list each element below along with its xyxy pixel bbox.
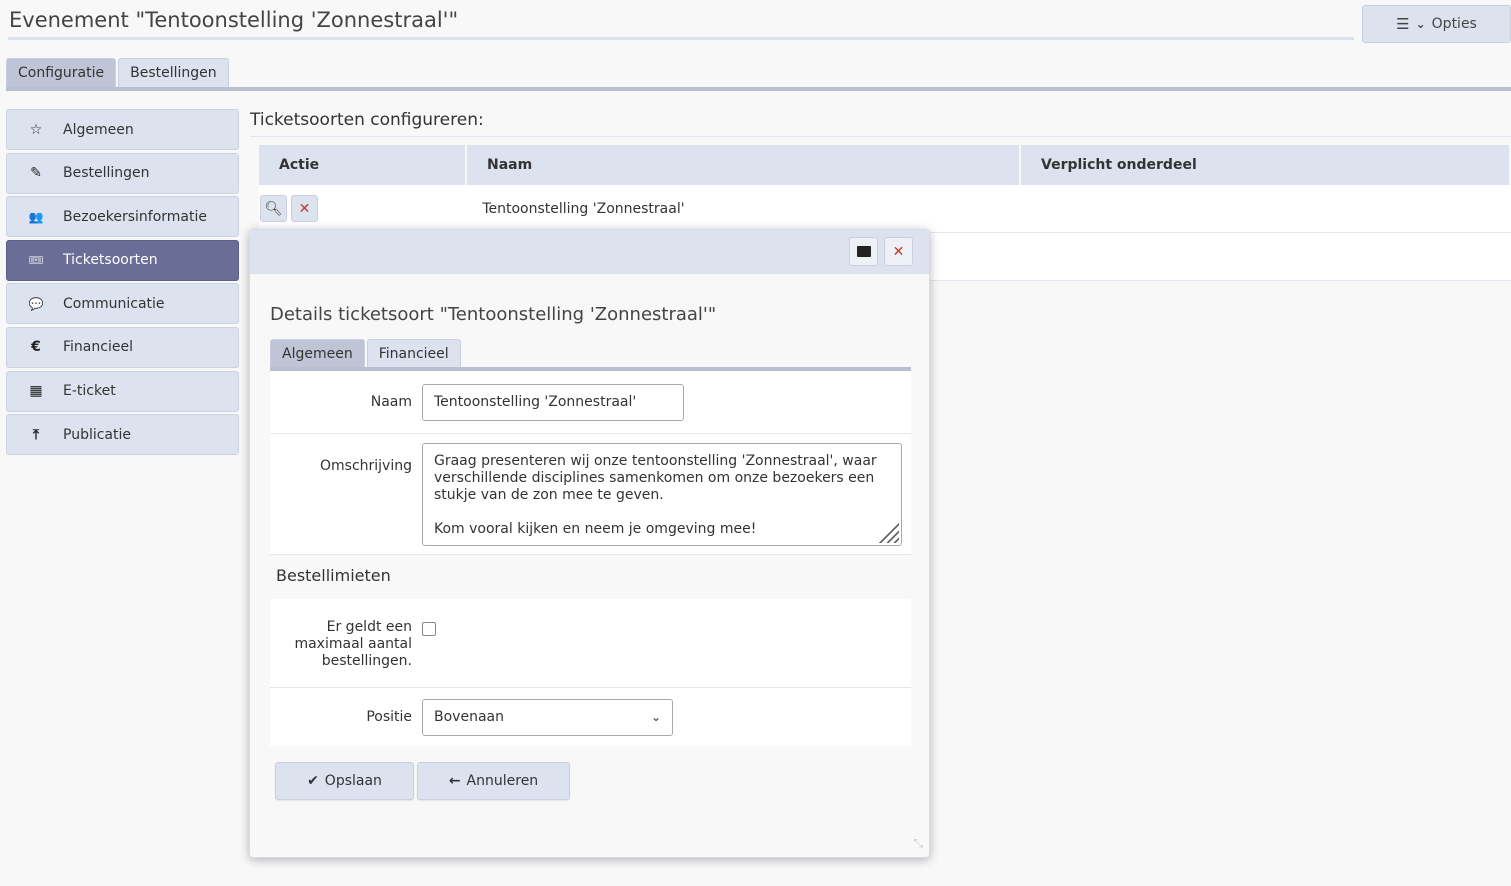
ticket-form: Naam Tentoonstelling 'Zonnestraal' Omsch… (270, 371, 911, 746)
omschrijving-line: stukje van de zon mee te geven. (434, 487, 664, 503)
dialog-resize-icon[interactable]: ⤡ (913, 836, 923, 851)
sidebar-item-ticketsoorten[interactable]: 🎟 Ticketsoorten (6, 239, 239, 281)
omschrijving-blank-line (434, 504, 890, 521)
tabs-divider (6, 87, 1511, 91)
euro-icon: € (31, 339, 41, 356)
tab-algemeen[interactable]: Algemeen (270, 339, 365, 369)
cancel-label: Annuleren (466, 773, 539, 789)
tab-financieel[interactable]: Financieel (366, 339, 461, 369)
maximize-icon[interactable] (849, 237, 878, 266)
close-icon[interactable]: ✕ (884, 237, 913, 266)
max-orders-label-line: Er geldt een (326, 619, 412, 635)
omschrijving-line: verschillende disciplines samenkomen om … (434, 470, 875, 486)
max-orders-label: Er geldt een maximaal aantal bestellinge… (270, 619, 422, 687)
sidebar-item-label: Communicatie (63, 295, 165, 312)
search-icon[interactable]: 🔍︎ (260, 195, 287, 222)
sidebar-item-communicatie[interactable]: 💬 Communicatie (6, 283, 239, 325)
column-header-verplicht[interactable]: Verplicht onderdeel (1021, 145, 1509, 185)
sidebar-item-financieel[interactable]: € Financieel (6, 326, 239, 368)
chevron-down-icon: ⌄ (1415, 17, 1426, 31)
close-icon[interactable]: ✕ (291, 195, 318, 222)
column-header-naam[interactable]: Naam (467, 145, 1019, 185)
sidebar-item-e-ticket[interactable]: ▦ E-ticket (6, 370, 239, 412)
bestellimieten-heading: Bestellimieten (270, 555, 911, 599)
comments-icon: 💬 (28, 296, 44, 311)
sidebar-item-label: Bezoekersinformatie (63, 208, 207, 225)
save-button[interactable]: ✔ Opslaan (275, 762, 414, 800)
top-tabs: Configuratie Bestellingen (6, 58, 229, 88)
positie-label: Positie (366, 709, 412, 725)
upload-icon: ⤒ (32, 426, 40, 443)
positie-select[interactable]: Bovenaan ⌄ (422, 698, 673, 736)
sliders-icon: ☰ (1396, 15, 1410, 33)
omschrijving-label: Omschrijving (320, 458, 412, 474)
dialog-header[interactable]: ✕ (250, 230, 929, 274)
form-row-naam: Naam Tentoonstelling 'Zonnestraal' (270, 371, 911, 434)
ticket-icon: 🎟 (28, 253, 44, 268)
users-icon: 👥 (28, 209, 44, 224)
dialog-title: Details ticketsoort "Tentoonstelling 'Zo… (270, 304, 717, 325)
form-row-omschrijving: Omschrijving Graag presenteren wij onze … (270, 434, 911, 555)
star-icon: ☆ (29, 121, 43, 138)
cell-verplicht (1023, 233, 1509, 280)
positie-value: Bovenaan (434, 708, 504, 725)
pencil-icon: ✎ (30, 165, 42, 182)
sidebar-item-algemeen[interactable]: ☆ Algemeen (6, 109, 239, 150)
row-actions: 🔍︎ ✕ (259, 185, 466, 232)
omschrijving-textarea[interactable]: Graag presenteren wij onze tentoonstelli… (422, 443, 902, 546)
check-icon: ✔ (307, 773, 319, 789)
sidebar-item-publicatie[interactable]: ⤒ Publicatie (6, 414, 239, 456)
page-title: Evenement "Tentoonstelling 'Zonnestraal'… (8, 0, 1354, 40)
resize-handle-icon[interactable] (879, 523, 899, 543)
omschrijving-line: Graag presenteren wij onze tentoonstelli… (434, 453, 877, 469)
arrow-left-icon: ← (448, 773, 461, 789)
sidebar-item-label: Financieel (63, 339, 133, 356)
form-row-positie: Positie Bovenaan ⌄ (270, 688, 911, 746)
tab-bestellingen[interactable]: Bestellingen (118, 58, 229, 88)
sidebar-item-bezoekersinformatie[interactable]: 👥 Bezoekersinformatie (6, 196, 239, 238)
save-label: Opslaan (324, 773, 382, 789)
dialog-buttons: ✔ Opslaan ← Annuleren (275, 762, 570, 800)
options-button[interactable]: ☰ ⌄ Opties (1362, 5, 1511, 43)
form-row-max-orders: Er geldt een maximaal aantal bestellinge… (270, 599, 911, 688)
cell-naam: Tentoonstelling 'Zonnestraal' (482, 200, 685, 217)
cell-verplicht (1023, 185, 1509, 232)
table-header: Actie Naam Verplicht onderdeel (259, 145, 1511, 185)
table-row[interactable]: 🔍︎ ✕ Tentoonstelling 'Zonnestraal' (259, 185, 1511, 233)
sidebar-item-label: Algemeen (63, 121, 134, 138)
sidebar-item-bestellingen[interactable]: ✎ Bestellingen (6, 152, 239, 194)
naam-label: Naam (370, 394, 412, 410)
ticket-type-dialog: ✕ Details ticketsoort "Tentoonstelling '… (249, 229, 930, 858)
max-orders-label-line: bestellingen. (321, 653, 412, 669)
max-orders-label-line: maximaal aantal (294, 636, 412, 652)
omschrijving-line: Kom vooral kijken en neem je omgeving me… (434, 521, 757, 537)
chevron-down-icon: ⌄ (650, 709, 661, 724)
max-orders-checkbox[interactable] (422, 622, 436, 636)
qrcode-icon: ▦ (29, 383, 43, 400)
sidebar: ☆ Algemeen ✎ Bestellingen 👥 Bezoekersinf… (6, 109, 239, 458)
tab-configuratie[interactable]: Configuratie (6, 58, 117, 88)
section-title: Ticketsoorten configureren: (250, 110, 484, 130)
dialog-tabs: Algemeen Financieel (270, 339, 461, 369)
column-header-actie[interactable]: Actie (259, 145, 465, 185)
section-divider (250, 136, 1511, 137)
sidebar-item-label: Publicatie (63, 426, 132, 443)
sidebar-item-label: Ticketsoorten (63, 252, 158, 269)
cancel-button[interactable]: ← Annuleren (417, 762, 570, 800)
options-label: Opties (1431, 16, 1477, 32)
sidebar-item-label: E-ticket (63, 383, 116, 400)
naam-input[interactable]: Tentoonstelling 'Zonnestraal' (422, 383, 684, 421)
sidebar-item-label: Bestellingen (63, 165, 150, 182)
